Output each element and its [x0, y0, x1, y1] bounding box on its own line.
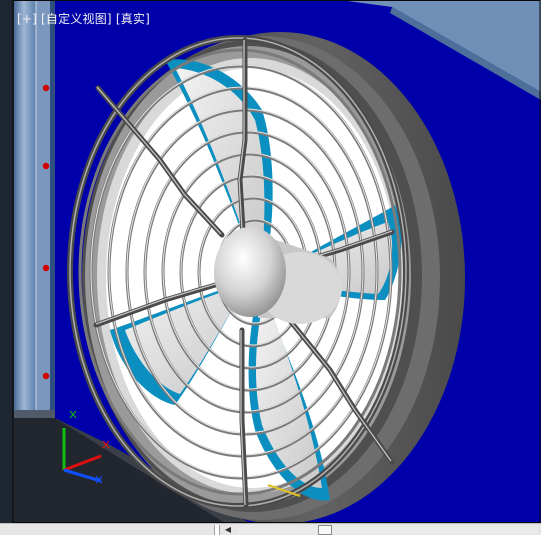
viewport-controls-menu[interactable]: [+]: [17, 12, 37, 26]
left-frame-strip: [0, 0, 14, 523]
vertical-post: [14, 0, 55, 418]
view-menu[interactable]: [自定义视图]: [41, 12, 112, 26]
visual-style-menu[interactable]: [真实]: [116, 12, 150, 26]
drawing-viewport[interactable]: [+] [自定义视图] [真实]: [0, 0, 541, 523]
scroll-thumb[interactable]: [318, 525, 332, 535]
cad-app: [+] [自定义视图] [真实] ◀: [0, 0, 541, 535]
horizontal-scrollbar[interactable]: ◀: [0, 523, 541, 535]
scroll-track[interactable]: [238, 525, 538, 535]
viewport-label: [+] [自定义视图] [真实]: [17, 10, 150, 27]
arrow-left-icon[interactable]: ◀: [221, 524, 235, 535]
scroll-split-handle[interactable]: [214, 525, 220, 535]
